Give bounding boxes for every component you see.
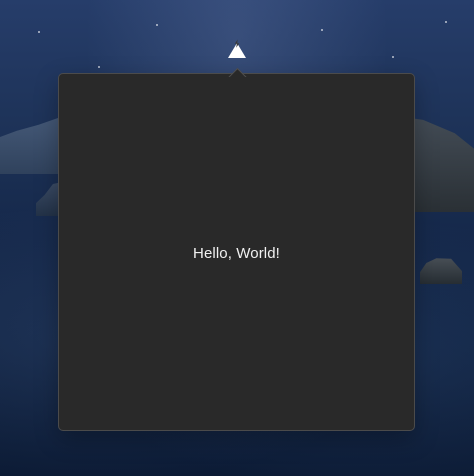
star: [321, 29, 323, 31]
star: [38, 31, 40, 33]
lightning-glyph: [234, 38, 240, 48]
star: [392, 56, 394, 58]
popover-content: Hello, World!: [59, 75, 414, 431]
popover-arrow: [227, 67, 247, 77]
desktop-wallpaper: Hello, World!: [0, 0, 474, 476]
star: [98, 66, 100, 68]
status-bar-lightning-button[interactable]: [228, 38, 246, 59]
lightning-icon: [228, 38, 246, 58]
star: [445, 21, 447, 23]
popover-window: Hello, World!: [58, 73, 415, 431]
star: [156, 24, 158, 26]
hello-world-label: Hello, World!: [193, 244, 280, 262]
